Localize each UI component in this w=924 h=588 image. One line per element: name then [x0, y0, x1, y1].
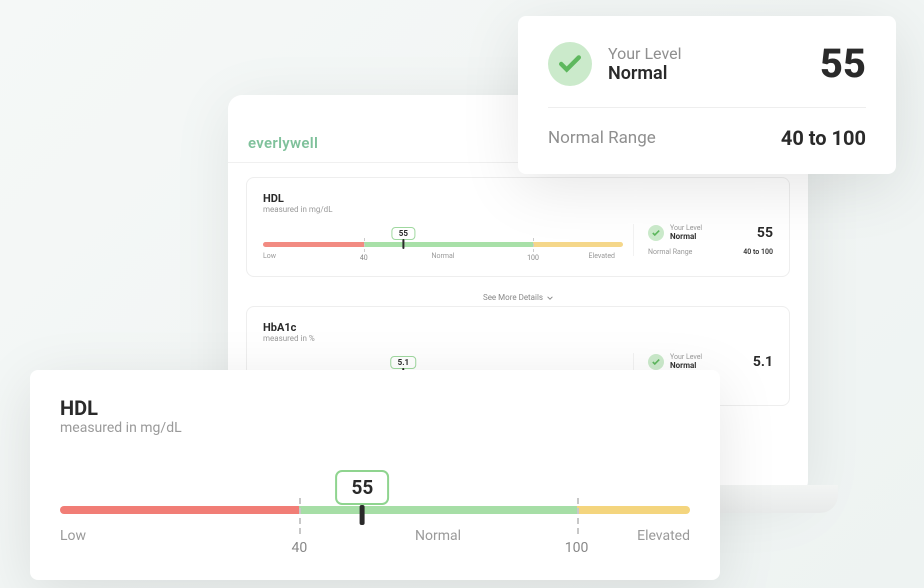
tick-high	[533, 238, 534, 252]
range-segment-normal	[299, 506, 576, 514]
check-icon	[648, 225, 664, 241]
range-bar-track	[263, 242, 623, 247]
your-level-status: Normal	[670, 232, 696, 241]
range-label-normal: Normal	[415, 528, 461, 544]
tick-low-label: 40	[360, 254, 368, 262]
hdl-detail-card: HDL measured in mg/dL 40 100 Low Normal …	[30, 370, 720, 580]
your-level-value: 5.1	[753, 354, 773, 370]
normal-range-label: Normal Range	[548, 128, 656, 148]
tick-low-label: 40	[292, 540, 308, 556]
range-label-elevated: Elevated	[589, 252, 615, 260]
result-title: HbA1c	[263, 321, 773, 334]
range-label-low: Low	[60, 528, 86, 544]
check-icon	[648, 354, 664, 370]
range-bar-track	[60, 506, 690, 514]
result-side-hdl: Your Level Normal 55 Normal Range 40 to …	[633, 224, 773, 256]
range-segment-low	[263, 242, 364, 247]
range-segment-elevated	[533, 242, 623, 247]
range-label-low: Low	[263, 252, 276, 260]
result-unit: measured in mg/dL	[263, 205, 773, 214]
see-more-label: See More Details	[483, 293, 543, 302]
brand-logo: everlywell	[248, 134, 318, 152]
tick-low	[299, 498, 301, 534]
range-bar-hdl: 40 100 Low Normal Elevated 55 Your Level…	[263, 224, 773, 262]
value-marker: 55	[335, 470, 389, 505]
result-card-hdl: HDL measured in mg/dL 40 100 Low Normal …	[246, 177, 790, 277]
hdl-title: HDL	[60, 396, 690, 420]
value-marker: 55	[392, 227, 415, 240]
level-summary-card: Your Level Normal 55 Normal Range 40 to …	[518, 16, 896, 174]
hdl-unit: measured in mg/dL	[60, 420, 690, 436]
your-level-label: Your Level	[608, 44, 681, 63]
result-title: HDL	[263, 192, 773, 205]
your-level-value: 55	[820, 40, 866, 87]
normal-range-value: 40 to 100	[781, 126, 866, 150]
your-level-value: 55	[757, 225, 773, 241]
range-segment-elevated	[577, 506, 690, 514]
tick-high-label: 100	[527, 254, 539, 262]
your-level-label: Your Level	[670, 224, 702, 232]
check-icon	[548, 42, 592, 86]
tick-high	[577, 498, 579, 534]
value-marker: 5.1	[391, 356, 417, 369]
normal-range-value: 40 to 100	[743, 248, 773, 256]
hdl-range-bar: 40 100 Low Normal Elevated 55	[60, 470, 690, 550]
range-segment-low	[60, 506, 299, 514]
tick-high-label: 100	[565, 540, 589, 556]
range-label-normal: Normal	[431, 252, 454, 260]
range-segment-normal	[364, 242, 533, 247]
tick-low	[364, 238, 365, 252]
result-unit: measured in %	[263, 334, 773, 343]
chevron-down-icon	[547, 295, 553, 301]
your-level-status: Normal	[608, 63, 681, 84]
divider	[548, 107, 866, 108]
normal-range-label: Normal Range	[648, 248, 692, 256]
see-more-toggle[interactable]: See More Details	[246, 289, 790, 306]
range-label-elevated: Elevated	[637, 528, 690, 544]
your-level-label: Your Level	[670, 353, 702, 361]
